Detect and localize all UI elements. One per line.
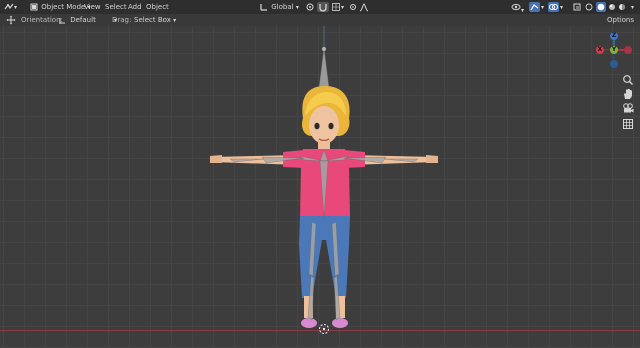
pivot-icon: [305, 2, 315, 12]
bone-joint: [322, 47, 326, 51]
transform-orientation-label: Global: [271, 3, 294, 11]
chevron-down-icon: ▾: [541, 4, 545, 11]
menu-view[interactable]: View: [81, 2, 104, 12]
default-orientation-icon: [58, 15, 68, 25]
left-hand: [210, 155, 222, 163]
tool-settings-bar: Orientation: Default ▾ Drag: Select Box …: [0, 14, 640, 26]
mode-label: Object Mode: [41, 3, 86, 11]
chevron-down-icon: ▾: [295, 4, 299, 11]
right-shoe: [332, 318, 348, 328]
proportional-edit-toggle[interactable]: [348, 2, 358, 12]
left-eye: [314, 122, 320, 130]
xray-toggle[interactable]: [573, 2, 582, 12]
transform-orientation-dropdown[interactable]: Global ▾: [256, 2, 302, 12]
move-arrows-icon: [6, 15, 16, 25]
overlays-icon: [549, 4, 558, 10]
jeans: [299, 216, 350, 298]
orientation-dropdown[interactable]: Default ▾: [55, 15, 120, 25]
chevron-down-icon: ▾: [173, 17, 177, 24]
face: [309, 106, 339, 144]
pivot-point-button[interactable]: [305, 2, 315, 12]
solid-sphere-icon: [597, 3, 605, 11]
head-bone: [318, 47, 330, 89]
chevron-down-icon: ▾: [631, 4, 635, 11]
eye-filter-icon: [511, 4, 521, 10]
gizmo-icon: [530, 4, 539, 11]
gizmo-dropdown[interactable]: ▾: [541, 2, 544, 12]
viewport-header: ▾ Object Mode ▾ View Select Add Object G…: [0, 0, 640, 14]
drag-value: Select Box: [134, 16, 171, 24]
show-gizmo-toggle[interactable]: [529, 2, 540, 12]
rendered-shading-button[interactable]: [618, 3, 626, 11]
options-dropdown[interactable]: Options: [604, 15, 637, 25]
editor-type-button[interactable]: ▾: [4, 2, 17, 12]
drag-label: Drag:: [112, 16, 132, 24]
right-hand: [426, 155, 438, 163]
falloff-curve-icon: [359, 3, 369, 12]
object-mode-icon: [29, 2, 39, 12]
drag-dropdown[interactable]: Select Box ▾: [131, 15, 179, 25]
snap-target-dropdown[interactable]: ▾: [331, 2, 344, 12]
visibility-dropdown[interactable]: ▾: [511, 2, 524, 14]
editor-type-icon: [4, 2, 14, 12]
menu-add[interactable]: Add: [125, 2, 145, 12]
chevron-down-icon: ▾: [560, 4, 564, 11]
transform-tool-icon-button[interactable]: [6, 15, 16, 25]
orientation-icon: [259, 2, 269, 12]
solid-shading-button[interactable]: [596, 2, 606, 12]
object-origin: [322, 327, 326, 331]
options-label: Options: [607, 16, 635, 24]
rendered-sphere-icon: [619, 4, 625, 10]
neck: [318, 141, 330, 150]
character-model[interactable]: [0, 26, 640, 348]
orientation-value: Default: [70, 16, 96, 24]
proportional-falloff-dropdown[interactable]: [359, 2, 369, 12]
left-shoe: [301, 318, 317, 328]
proportional-edit-icon: [350, 4, 356, 10]
snap-toggle[interactable]: [317, 2, 329, 12]
wireframe-shading-button[interactable]: [585, 3, 593, 11]
right-eye: [328, 122, 334, 130]
snap-increment-icon: [331, 2, 341, 12]
3d-viewport[interactable]: Z Y X: [0, 26, 640, 348]
overlays-dropdown[interactable]: ▾: [560, 2, 563, 12]
material-shading-button[interactable]: [608, 3, 616, 11]
wireframe-icon: [585, 3, 593, 11]
xray-icon: [573, 3, 581, 11]
material-sphere-icon: [609, 4, 615, 10]
shading-switcher: [584, 2, 630, 12]
magnet-icon: [319, 4, 327, 12]
show-overlays-toggle[interactable]: [548, 2, 559, 12]
shading-dropdown[interactable]: ▾: [631, 2, 634, 12]
menu-object[interactable]: Object: [143, 2, 172, 12]
